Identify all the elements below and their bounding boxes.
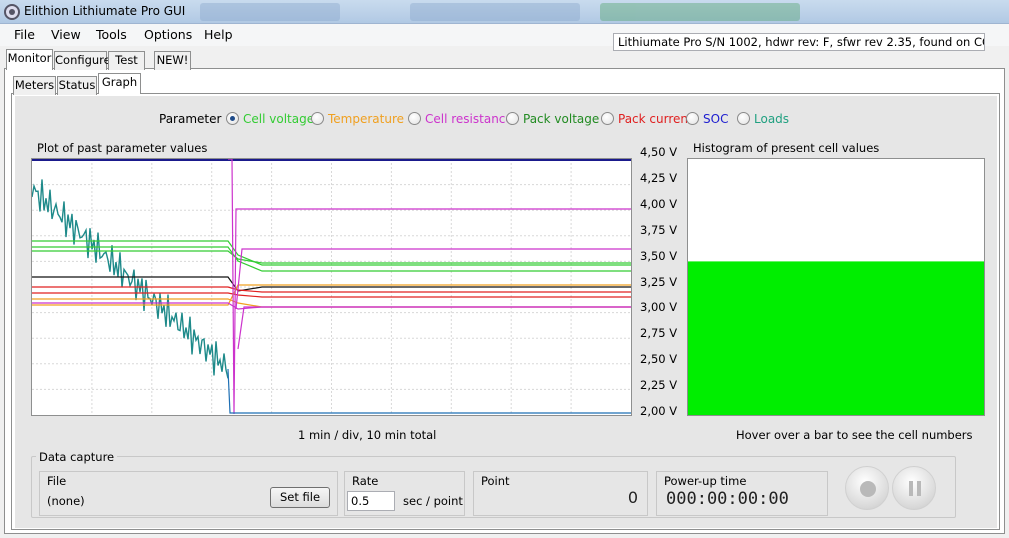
capture-controls [835, 461, 947, 515]
histogram-bar[interactable] [688, 261, 984, 415]
point-title: Point [481, 474, 510, 488]
radio-cell-voltage[interactable] [226, 112, 239, 125]
radio-pack-voltage[interactable] [506, 112, 519, 125]
plot-svg [31, 158, 631, 415]
plot-trace [227, 368, 631, 414]
radio-temperature[interactable] [311, 112, 324, 125]
y-axis-label: 3,50 V [640, 248, 678, 263]
y-axis-label: 4,50 V [640, 145, 678, 159]
rate-input[interactable] [347, 491, 395, 511]
radio-label-loads[interactable]: Loads [754, 112, 789, 126]
set-file-button[interactable]: Set file [270, 487, 330, 508]
plot-title: Plot of past parameter values [37, 141, 208, 155]
tab-graph[interactable]: Graph [98, 73, 141, 94]
device-info-field: Lithiumate Pro S/N 1002, hdwr rev: F, sf… [613, 33, 985, 51]
plot-trace [237, 306, 631, 350]
y-axis-label: 3,00 V [640, 300, 678, 315]
radio-label-temperature[interactable]: Temperature [328, 112, 404, 126]
y-axis-label: 3,75 V [640, 222, 678, 237]
cell-histogram[interactable] [687, 158, 985, 416]
radio-loads[interactable] [737, 112, 750, 125]
radio-pack-current[interactable] [601, 112, 614, 125]
radio-soc[interactable] [686, 112, 699, 125]
tab-monitor[interactable]: Monitor [6, 49, 53, 70]
tab-meters[interactable]: Meters [13, 76, 56, 95]
menu-view[interactable]: View [51, 27, 81, 42]
radio-label-cell-resistance[interactable]: Cell resistance [425, 112, 513, 126]
menu-help[interactable]: Help [204, 27, 233, 42]
app-window: Elithion Lithiumate Pro GUI File View To… [0, 0, 1009, 538]
histogram-title: Histogram of present cell values [693, 141, 880, 155]
plot-trace [235, 248, 631, 310]
y-axis-label: 2,25 V [640, 378, 678, 393]
radio-label-pack-current[interactable]: Pack current [618, 112, 693, 126]
tab-new[interactable]: NEW! [154, 51, 191, 70]
radio-cell-resistance[interactable] [408, 112, 421, 125]
pause-button[interactable] [892, 466, 936, 510]
tab-configure[interactable]: Configure [54, 51, 111, 70]
title-bar: Elithion Lithiumate Pro GUI [0, 0, 1009, 24]
y-axis-label: 2,75 V [640, 326, 678, 341]
radio-label-cell-voltage[interactable]: Cell voltage [243, 112, 314, 126]
rate-title: Rate [352, 474, 379, 488]
menu-file[interactable]: File [14, 27, 35, 42]
app-icon [4, 4, 20, 20]
y-axis-label: 4,00 V [640, 196, 678, 211]
radio-label-pack-voltage[interactable]: Pack voltage [523, 112, 599, 126]
plot-trace [31, 179, 229, 379]
histogram-footer: Hover over a bar to see the cell numbers [736, 428, 973, 442]
background-taskbar-tabs [200, 3, 820, 21]
tab-status[interactable]: Status [57, 76, 97, 95]
plot-footer: 1 min / div, 10 min total [298, 428, 437, 442]
menu-tools[interactable]: Tools [96, 27, 127, 42]
background-tab [410, 3, 580, 21]
histogram-svg [688, 261, 984, 415]
powerup-title: Power-up time [664, 474, 747, 488]
parameter-history-plot [31, 158, 632, 416]
y-axis-label: 2,00 V [640, 404, 678, 418]
menu-options[interactable]: Options [144, 27, 192, 42]
powerup-time-value: 000:00:00:00 [666, 489, 789, 509]
record-icon [860, 481, 876, 497]
tab-test[interactable]: Test [108, 51, 145, 70]
pause-icon [909, 481, 921, 496]
file-value: (none) [47, 494, 85, 508]
y-axis-label: 4,25 V [640, 170, 678, 185]
y-axis-label: 3,25 V [640, 274, 678, 289]
record-button[interactable] [845, 466, 889, 510]
data-capture-title: Data capture [36, 450, 118, 464]
radio-label-soc[interactable]: SOC [703, 112, 728, 126]
file-title: File [47, 474, 67, 488]
background-tab [200, 3, 340, 21]
rate-unit: sec / point [403, 494, 463, 508]
parameter-label: Parameter [159, 112, 222, 126]
y-axis-label: 2,50 V [640, 352, 678, 367]
background-tab [600, 3, 800, 21]
window-title: Elithion Lithiumate Pro GUI [24, 4, 186, 18]
point-value: 0 [627, 488, 638, 507]
